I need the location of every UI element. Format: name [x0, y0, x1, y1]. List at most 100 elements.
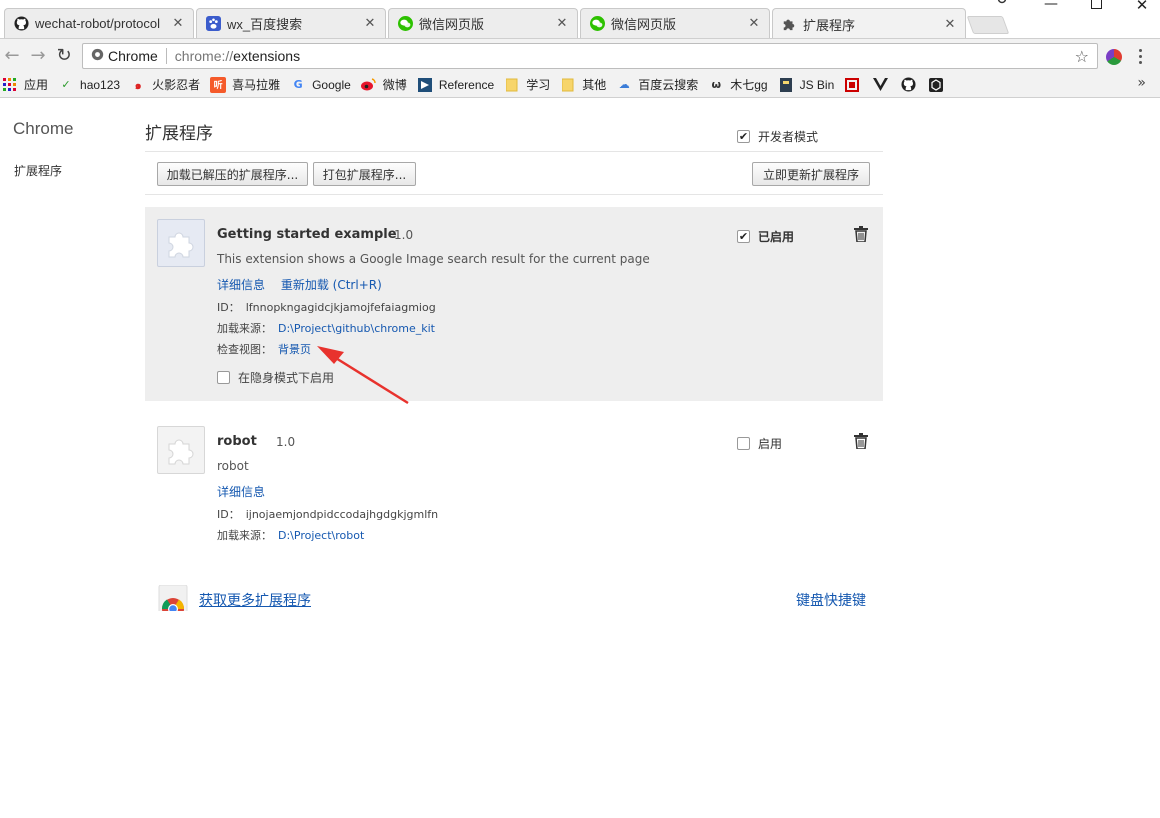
- github-icon: [900, 77, 916, 93]
- github-icon: [13, 16, 29, 32]
- bookmark-vue[interactable]: [872, 77, 894, 93]
- bookmark-label: JS Bin: [799, 77, 835, 92]
- bookmarks-bar: 应用 ✓ hao123 ๑ 火影忍者 听 喜马拉雅 G Google 微博 Re…: [0, 72, 1160, 98]
- bookmark-folder-study[interactable]: 学习: [504, 76, 550, 93]
- divider: [165, 48, 167, 64]
- bookmark-star-icon[interactable]: ☆: [1075, 47, 1089, 66]
- close-icon[interactable]: ✕: [943, 17, 957, 32]
- bookmark-folder-other[interactable]: 其他: [560, 76, 606, 93]
- extension-id: ijnojaemjondpidccodajhgdgkjgmlfn: [245, 508, 439, 521]
- trash-icon[interactable]: [854, 226, 870, 244]
- chrome-menu-icon[interactable]: [1135, 45, 1145, 67]
- load-unpacked-button[interactable]: 加载已解压的扩展程序...: [157, 162, 308, 186]
- tab-extensions[interactable]: 扩展程序 ✕: [772, 8, 966, 39]
- source-label: 加载来源：: [217, 322, 272, 335]
- load-source-row: 加载来源： D:\Project\github\chrome_kit: [217, 320, 435, 336]
- weibo-icon: [361, 77, 377, 93]
- get-more-extensions-link[interactable]: 获取更多扩展程序: [199, 590, 311, 610]
- tab-title: wx_百度搜索: [227, 17, 303, 32]
- bookmark-label: 木七gg: [730, 78, 768, 92]
- bookmark-weibo[interactable]: 微博: [361, 76, 407, 93]
- developer-mode-toggle[interactable]: ✔ 开发者模式: [737, 128, 818, 145]
- bookmark-baidu-cloud[interactable]: ☁ 百度云搜索: [616, 76, 699, 93]
- google-icon: G: [293, 78, 303, 91]
- background-page-link[interactable]: 背景页: [278, 343, 311, 356]
- source-label: 加载来源：: [217, 529, 272, 542]
- bookmark-label: Reference: [438, 77, 495, 92]
- developer-mode-checkbox[interactable]: ✔: [737, 130, 750, 143]
- bookmark-jsbin[interactable]: JS Bin: [778, 77, 835, 93]
- reload-link[interactable]: 重新加载 (Ctrl+R): [281, 278, 382, 292]
- enabled-checkbox[interactable]: [737, 437, 750, 450]
- developer-mode-label: 开发者模式: [758, 130, 819, 144]
- reload-icon[interactable]: ↻: [52, 45, 76, 67]
- incognito-checkbox[interactable]: [217, 371, 230, 384]
- new-tab-button[interactable]: [966, 16, 1010, 34]
- bookmark-label: 火影忍者: [152, 78, 201, 92]
- enabled-checkbox[interactable]: ✔: [737, 230, 750, 243]
- divider: [145, 194, 883, 195]
- back-icon[interactable]: ←: [0, 45, 24, 67]
- enabled-label: 启用: [758, 437, 783, 451]
- extension-description: This extension shows a Google Image sear…: [217, 252, 650, 266]
- bookmark-reference[interactable]: Reference: [417, 77, 494, 93]
- source-path-link[interactable]: D:\Project\robot: [278, 529, 364, 542]
- close-icon[interactable]: ✕: [747, 16, 761, 31]
- vue-icon: [872, 77, 888, 93]
- details-link[interactable]: 详细信息: [217, 278, 265, 292]
- more-bookmarks-icon[interactable]: »: [1137, 75, 1146, 91]
- tab-wechat-2[interactable]: 微信网页版 ✕: [580, 8, 770, 38]
- close-window-icon[interactable]: ✕: [1127, 0, 1157, 14]
- url-text[interactable]: chrome://extensions: [175, 48, 300, 64]
- tab-title: 微信网页版: [611, 17, 677, 32]
- tab-baidu[interactable]: wx_百度搜索 ✕: [196, 8, 386, 38]
- update-extensions-button[interactable]: 立即更新扩展程序: [752, 162, 870, 186]
- chrome-web-store-icon: [158, 585, 188, 611]
- tab-title: 微信网页版: [419, 17, 485, 32]
- folder-icon: [560, 77, 576, 93]
- id-label: ID：: [217, 301, 240, 314]
- bookmark-muqi[interactable]: ω 木七gg: [708, 76, 767, 93]
- hex-icon: [928, 77, 944, 93]
- hao123-icon: ✓: [61, 78, 71, 91]
- forward-icon[interactable]: →: [26, 45, 50, 67]
- details-link[interactable]: 详细信息: [217, 485, 265, 499]
- maximize-icon[interactable]: [1081, 0, 1111, 11]
- bookmark-hao123[interactable]: ✓ hao123: [58, 77, 120, 93]
- trash-icon[interactable]: [854, 433, 870, 451]
- close-icon[interactable]: ✕: [363, 16, 377, 31]
- source-path-link[interactable]: D:\Project\github\chrome_kit: [278, 322, 435, 335]
- bookmark-label: 学习: [526, 78, 551, 92]
- bookmark-github[interactable]: [900, 77, 922, 93]
- enabled-toggle[interactable]: 启用: [737, 435, 782, 452]
- bookmark-hex[interactable]: [928, 77, 950, 93]
- extension-version: 1.0: [394, 228, 414, 242]
- address-bar[interactable]: Chrome chrome://extensions ☆: [82, 43, 1098, 69]
- toolbar: ← → ↻ Chrome chrome://extensions ☆: [0, 38, 1160, 72]
- bookmark-google[interactable]: G Google: [290, 77, 351, 93]
- pack-extension-button[interactable]: 打包扩展程序...: [313, 162, 416, 186]
- close-icon[interactable]: ✕: [555, 16, 569, 31]
- extension-toolbar-icon[interactable]: [1106, 49, 1122, 65]
- bookmark-naruto[interactable]: ๑ 火影忍者: [130, 76, 201, 93]
- close-icon[interactable]: ✕: [171, 16, 185, 31]
- sidebar-item-extensions[interactable]: 扩展程序: [14, 162, 62, 179]
- inspect-views-label: 检查视图：: [217, 343, 272, 356]
- bookmark-red-seal[interactable]: [844, 77, 866, 93]
- tab-strip: wechat-robot/protocol ✕ wx_百度搜索 ✕ 微信网页版 …: [0, 0, 1160, 40]
- extension-description: robot: [217, 459, 249, 473]
- minimize-icon[interactable]: —: [1036, 0, 1066, 12]
- enabled-toggle[interactable]: ✔ 已启用: [737, 228, 794, 245]
- tab-title: 扩展程序: [803, 17, 856, 33]
- tab-github[interactable]: wechat-robot/protocol ✕: [4, 8, 194, 38]
- bookmark-label: 喜马拉雅: [232, 78, 281, 92]
- tab-wechat-1[interactable]: 微信网页版 ✕: [388, 8, 578, 38]
- tab-title: wechat-robot/protocol: [35, 16, 161, 31]
- bookmark-apps[interactable]: 应用: [2, 76, 48, 93]
- profile-icon[interactable]: [987, 0, 1017, 8]
- extension-id-row: ID： lfnnopkngagidcjkjamojfefaiagmiog: [217, 299, 436, 315]
- bookmark-ximalaya[interactable]: 听 喜马拉雅: [210, 76, 280, 93]
- folder-icon: [504, 77, 520, 93]
- keyboard-shortcuts-link[interactable]: 键盘快捷键: [796, 590, 866, 610]
- incognito-toggle[interactable]: 在隐身模式下启用: [217, 369, 334, 386]
